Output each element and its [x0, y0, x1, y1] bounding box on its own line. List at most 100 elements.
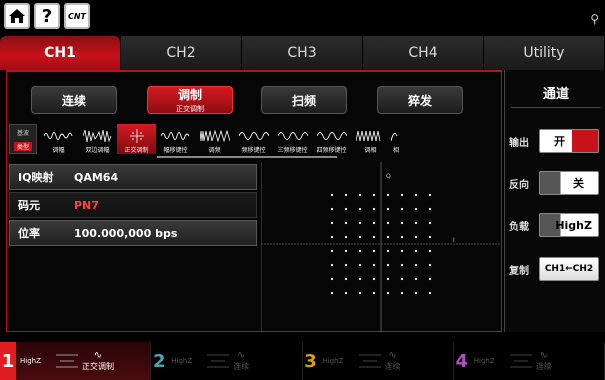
mod-label: 频移键控	[241, 147, 266, 154]
dsb-wave-icon	[82, 129, 111, 143]
iq-constellation-icon	[129, 129, 144, 143]
home-icon[interactable]	[4, 3, 30, 29]
constellation-point	[386, 277, 390, 281]
mod-fm[interactable]: 调频	[195, 124, 234, 154]
am-wave-icon	[43, 132, 72, 140]
iq-mapping-row[interactable]: IQ映射 QAM64	[9, 164, 257, 190]
param-label: 码元	[18, 199, 40, 212]
constellation-point	[330, 235, 334, 239]
mod-label: 双边调幅	[85, 147, 110, 154]
help-icon[interactable]: ?	[34, 3, 60, 29]
constellation-point	[386, 249, 390, 253]
invert-toggle[interactable]: 关	[539, 171, 599, 195]
channel-4-status[interactable]: 4 HighZ ∿ 连续	[454, 342, 605, 380]
constellation-point	[414, 193, 418, 197]
mod-am[interactable]: 调幅	[39, 124, 78, 154]
mod-iq[interactable]: 正交调制	[117, 124, 156, 154]
output-label: 输出	[509, 137, 529, 149]
tab-ch4[interactable]: CH4	[363, 36, 484, 70]
constellation-point	[344, 291, 348, 295]
constellation-point	[428, 221, 432, 225]
main-panel: 连续 调制 正交调制 扫频 猝发 基波 类型 调幅 双边调幅 正交调制 幅移键控	[6, 70, 502, 332]
constellation-point	[358, 193, 362, 197]
invert-label: 反向	[509, 179, 529, 191]
constellation-point	[428, 193, 432, 197]
pulse-icon	[509, 354, 532, 368]
mod-pm[interactable]: 调相	[351, 124, 390, 154]
output-toggle[interactable]: 开	[539, 129, 599, 153]
bit-rate-row[interactable]: 位率 100.000,000 bps	[9, 220, 257, 246]
copy-button[interactable]: CH1←CH2	[539, 257, 599, 281]
constellation-point	[386, 291, 390, 295]
more-wave-icon	[391, 132, 398, 142]
constellation-point	[330, 207, 334, 211]
top-bar: ? CNT ⚲	[0, 0, 605, 36]
channel-load: HighZ	[171, 357, 193, 365]
constellation-diagram: Q I	[260, 162, 501, 332]
sine-icon: ∿	[237, 350, 246, 361]
constellation-point	[330, 249, 334, 253]
mod-label: 正交调制	[124, 147, 149, 154]
channel-mode-label: 连续	[535, 362, 552, 371]
type-top-label: 基波	[16, 129, 29, 137]
pm-wave-icon	[355, 130, 380, 142]
mod-dsb-am[interactable]: 双边调幅	[78, 124, 117, 154]
mod-label: 调幅	[52, 147, 65, 154]
sine-icon: ∿	[388, 350, 397, 361]
constellation-point	[428, 235, 432, 239]
continuous-mode-button[interactable]: 连续	[31, 86, 117, 114]
counter-label: CNT	[67, 11, 87, 21]
sweep-mode-button[interactable]: 扫频	[261, 86, 347, 114]
constellation-point	[386, 193, 390, 197]
constellation-point	[400, 249, 404, 253]
mode-label: 调制	[177, 88, 202, 102]
constellation-point	[414, 291, 418, 295]
ask-wave-icon	[160, 132, 189, 140]
mod-3fsk[interactable]: 三频移键控	[273, 124, 312, 154]
mode-label: 扫频	[291, 93, 316, 108]
channel-mode-label: 连续	[384, 362, 401, 371]
mod-ask[interactable]: 幅移键控	[156, 124, 195, 154]
constellation-point	[330, 193, 334, 197]
mod-label: 调相	[364, 147, 377, 154]
channel-2-status[interactable]: 2 HighZ ∿ 连续	[151, 342, 303, 380]
channel-tabs: CH1 CH2 CH3 CH4 Utility	[0, 36, 605, 70]
tab-ch2[interactable]: CH2	[121, 36, 242, 70]
channel-load: HighZ	[473, 357, 495, 365]
symbol-source-row[interactable]: 码元 PN7	[9, 192, 257, 218]
channel-load: HighZ	[322, 357, 344, 365]
pulse-icon	[207, 354, 230, 368]
tab-utility[interactable]: Utility	[484, 36, 605, 70]
type-selector[interactable]: 基波 类型	[9, 124, 37, 154]
channel-mode-label: 连续	[233, 362, 250, 371]
constellation-point	[344, 235, 348, 239]
tab-ch1[interactable]: CH1	[0, 36, 121, 70]
load-toggle[interactable]: HighZ	[539, 213, 599, 237]
constellation-point	[400, 221, 404, 225]
channel-mode: ∿ 连续	[233, 350, 249, 372]
mode-sublabel: 正交调制	[176, 105, 204, 113]
tab-ch3[interactable]: CH3	[242, 36, 363, 70]
sine-icon: ∿	[93, 350, 103, 361]
fm-wave-icon	[199, 129, 230, 143]
channel-3-status[interactable]: 3 HighZ ∿ 连续	[303, 342, 454, 380]
copy-row: 复制 CH1←CH2	[509, 256, 604, 282]
constellation-point	[414, 263, 418, 267]
mod-more[interactable]: 相	[390, 124, 402, 154]
mod-label: 四频移键控	[316, 147, 347, 154]
burst-mode-button[interactable]: 猝发	[377, 86, 463, 114]
channel-load: HighZ	[20, 357, 41, 365]
pulse-icon	[358, 354, 381, 368]
mod-label: 幅移键控	[163, 147, 188, 154]
strip-scrollbar[interactable]	[157, 156, 337, 158]
invert-row: 反向 关	[509, 170, 604, 196]
mod-4fsk[interactable]: 四频移键控	[312, 124, 351, 154]
mod-fsk[interactable]: 频移键控	[234, 124, 273, 154]
channel-1-status[interactable]: 1 HighZ ∿ 正交调制	[0, 342, 152, 380]
constellation-point	[344, 277, 348, 281]
channel-mode-label: 正交调制	[82, 362, 114, 371]
constellation-point	[414, 249, 418, 253]
constellation-point	[344, 263, 348, 267]
modulation-mode-button[interactable]: 调制 正交调制	[147, 86, 233, 114]
counter-icon[interactable]: CNT	[64, 3, 90, 29]
